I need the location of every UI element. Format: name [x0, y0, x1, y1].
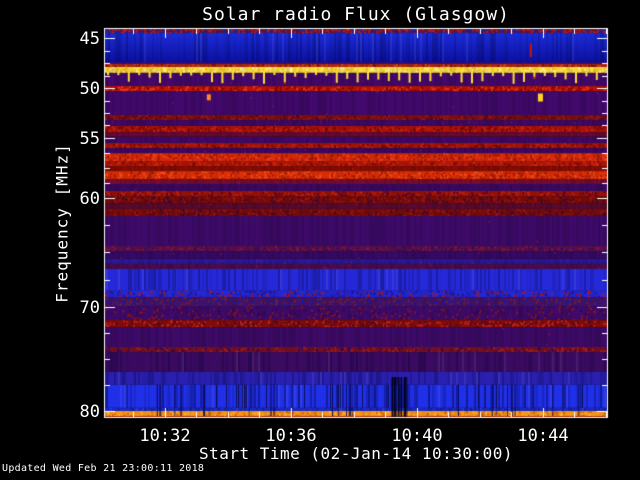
x-tick-label: 10:44 [517, 426, 569, 446]
y-axis-title: Frequency [MHz] [52, 143, 72, 303]
x-tick-label: 10:32 [139, 426, 191, 446]
x-tick-label: 10:36 [265, 426, 317, 446]
solar-radio-flux-figure: Solar radio Flux (Glasgow) Start Time (0… [0, 0, 640, 480]
y-tick-label: 55 [79, 128, 100, 149]
y-tick-label: 50 [79, 79, 100, 100]
y-tick-label: 70 [79, 297, 100, 318]
chart-title: Solar radio Flux (Glasgow) [202, 4, 510, 25]
x-tick-label: 10:40 [391, 426, 443, 446]
updated-timestamp: Updated Wed Feb 21 23:00:11 2018 [2, 463, 205, 474]
y-tick-label: 80 [79, 401, 100, 422]
y-tick-label: 60 [79, 189, 100, 210]
x-axis-title: Start Time (02-Jan-14 10:30:00) [198, 444, 514, 463]
y-tick-label: 45 [79, 29, 100, 50]
